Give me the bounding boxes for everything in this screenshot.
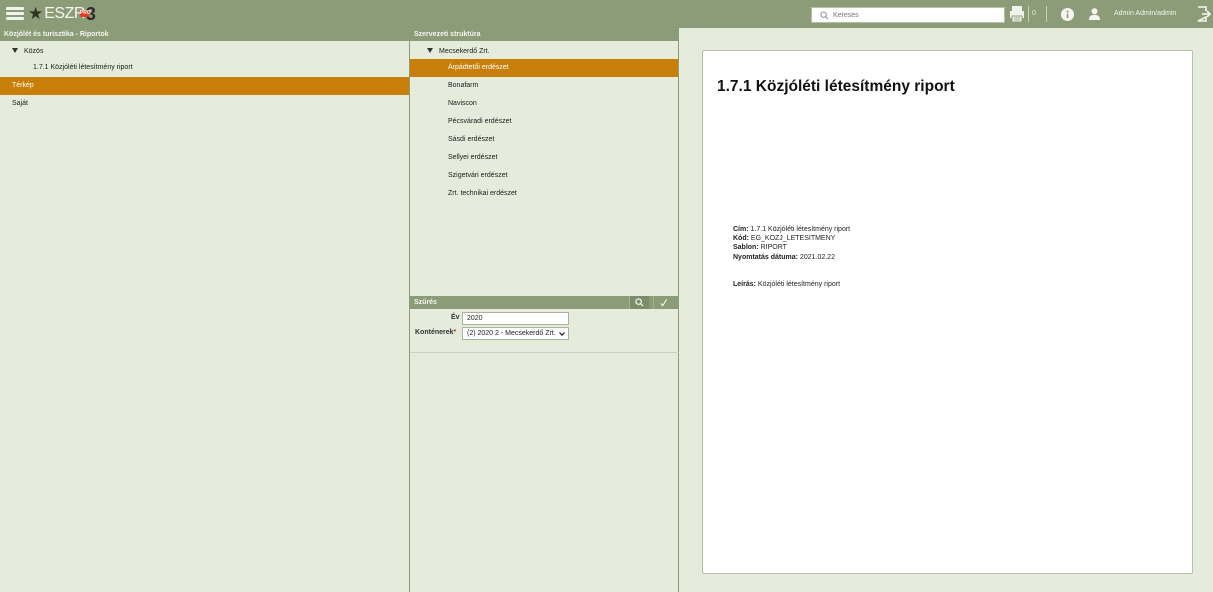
search-icon — [820, 10, 829, 19]
org-structure-panel: Szervezeti struktúra Mecsekerdő Zrt. Árp… — [410, 28, 679, 592]
containers-label: Konténerek* — [415, 329, 457, 336]
tree-item-szigetvar[interactable]: Szigetvári erdészet — [410, 167, 678, 185]
report-title: 1.7.1 Közjóléti létesítmény riport — [717, 78, 955, 95]
logo-badge: PRO — [79, 10, 91, 17]
report-preview-panel: 1.7.1 Közjóléti létesítmény riport Cím: … — [679, 28, 1213, 592]
logo-text: ESZR — [44, 5, 85, 22]
checkmark-icon — [660, 299, 668, 307]
meta-cim: Cím: 1.7.1 Közjóléti létesítmény riport — [733, 226, 851, 233]
chevron-down-icon — [559, 331, 565, 336]
search-input[interactable] — [833, 11, 1003, 19]
meta-leiras: Leírás: Közjóléti létesítmény riport — [733, 281, 841, 288]
search-box[interactable] — [811, 7, 1005, 23]
divider — [1028, 6, 1029, 22]
username-label[interactable]: Admin Admin/admin — [1114, 10, 1176, 17]
reports-panel: Közjólét és turisztika - Riportok Közös … — [0, 28, 410, 592]
filter-apply-button[interactable] — [653, 296, 673, 309]
tree-item-arpadteto[interactable]: Árpádtetői erdészet — [410, 59, 678, 77]
user-icon[interactable] — [1089, 8, 1100, 20]
filter-header: Szűrés — [410, 296, 679, 309]
tree-item-pecsvarad[interactable]: Pécsváradi erdészet — [410, 113, 678, 131]
meta-kod: Kód: EG_KOZJ_LETESITMENY — [733, 235, 836, 242]
top-bar: ★ ESZR PRO 3 0 Admin Admin/admin — [0, 0, 1213, 28]
meta-datum: Nyomtatás dátuma: 2021.02.22 — [733, 254, 835, 261]
year-label: Év — [451, 314, 460, 321]
tree-item-report[interactable]: 1.7.1 Közjóléti létesítmény riport — [0, 59, 409, 77]
expand-triangle-icon[interactable] — [12, 47, 18, 53]
meta-sablon: Sablon: RIPORT — [733, 244, 787, 251]
printer-icon[interactable] — [1009, 5, 1025, 23]
search-icon — [635, 298, 644, 307]
expand-triangle-icon[interactable] — [427, 47, 433, 53]
tree-item-kozos[interactable]: Közös — [0, 44, 409, 59]
app-logo[interactable]: ★ ESZR PRO 3 — [28, 3, 96, 25]
tree-item-root[interactable]: Mecsekerdő Zrt. — [410, 44, 678, 59]
org-structure-header: Szervezeti struktúra — [410, 28, 678, 41]
reports-panel-header: Közjólét és turisztika - Riportok — [0, 28, 409, 41]
logout-icon[interactable] — [1197, 6, 1211, 22]
print-count: 0 — [1032, 10, 1036, 17]
logo-suffix: PRO 3 — [79, 4, 96, 24]
report-document: 1.7.1 Közjóléti létesítmény riport Cím: … — [702, 50, 1193, 574]
filter-form: Év 2020 Konténerek* (2) 2020 2 - Mecseke… — [410, 309, 679, 353]
filter-search-button[interactable] — [629, 296, 649, 309]
tree-item-sasd[interactable]: Sásdi erdészet — [410, 131, 678, 149]
tree-item-bonafarm[interactable]: Bonafarm — [410, 77, 678, 95]
tree-item-sajat[interactable]: Saját — [0, 95, 409, 113]
tree-item-terkep[interactable]: Térkép — [0, 77, 409, 95]
hamburger-menu-icon[interactable] — [6, 5, 24, 23]
year-input[interactable]: 2020 — [462, 312, 569, 325]
divider — [1046, 6, 1047, 22]
info-icon[interactable] — [1061, 8, 1074, 21]
tree-item-naviscon[interactable]: Naviscon — [410, 95, 678, 113]
tree-item-technikai[interactable]: Zrt. technikai erdészet — [410, 185, 678, 203]
star-icon: ★ — [28, 4, 44, 24]
containers-select[interactable]: (2) 2020 2 - Mecsekerdő Zrt. — [462, 327, 569, 340]
tree-item-sellye[interactable]: Sellyei erdészet — [410, 149, 678, 167]
